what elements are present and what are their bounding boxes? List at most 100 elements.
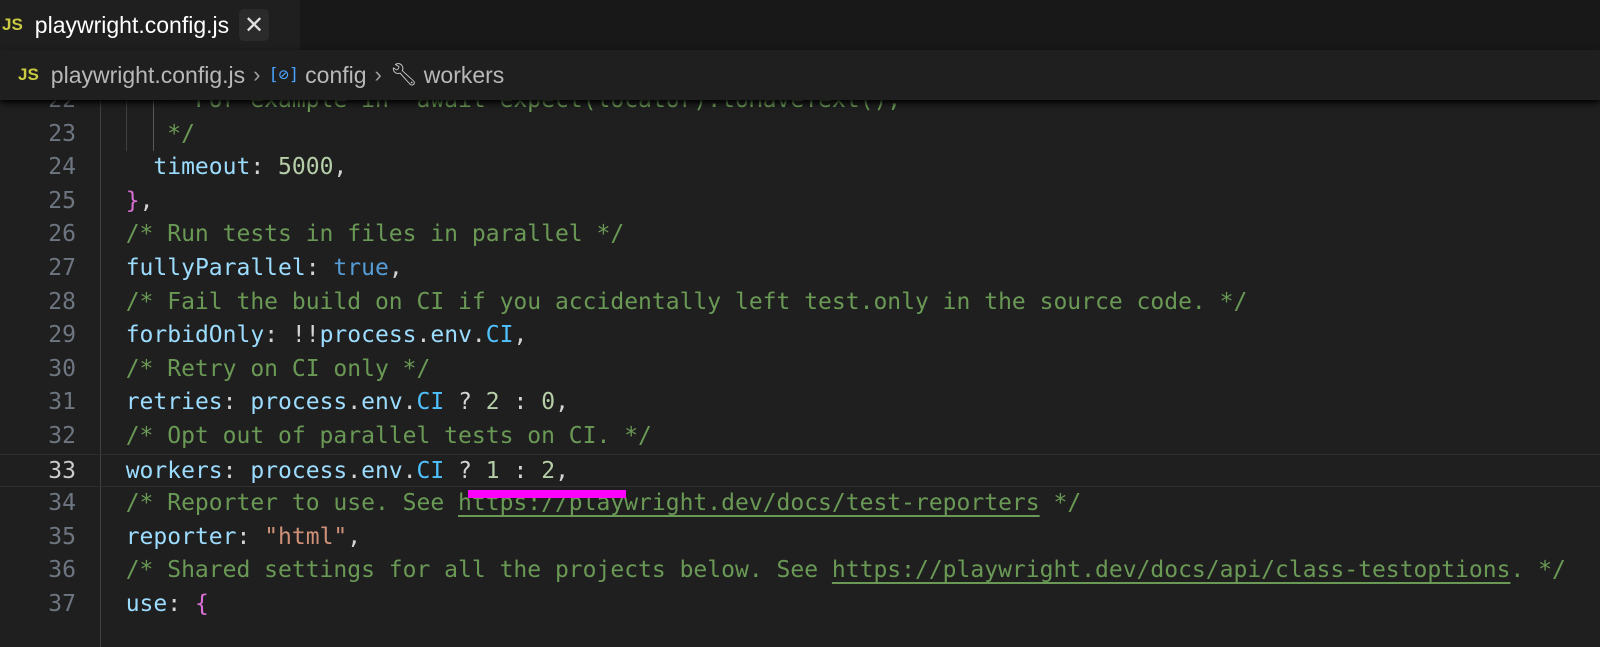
code-line[interactable]: 26 /* Run tests in files in parallel */ [0, 218, 1600, 252]
code-token: process [250, 457, 348, 484]
code-token: /* Fail the build on CI if you accidenta… [98, 288, 1248, 315]
code-token: CI [416, 389, 445, 416]
code-text: retries: process.env.CI ? 2 : 0, [98, 386, 569, 420]
code-link[interactable]: https://playwright.dev/docs/api/class-te… [832, 557, 1511, 583]
code-text: forbidOnly: !!process.env.CI, [98, 319, 528, 353]
code-text: /* Shared settings for all the projects … [98, 554, 1566, 588]
code-text: /* Fail the build on CI if you accidenta… [98, 286, 1248, 320]
code-token: workers [125, 457, 223, 484]
code-line[interactable]: 28 /* Fail the build on CI if you accide… [0, 286, 1600, 320]
code-line[interactable]: 29 forbidOnly: !!process.env.CI, [0, 319, 1600, 353]
line-number: 36 [48, 557, 76, 584]
code-token: retries [125, 389, 223, 416]
code-token: , [347, 523, 362, 550]
code-line[interactable]: 24 timeout: 5000, [0, 151, 1600, 185]
code-token: } [125, 187, 140, 214]
code-text: timeout: 5000, [98, 151, 347, 185]
tab-bar: JS playwright.config.js ✕ [0, 0, 1600, 50]
chevron-right-icon: › [253, 62, 261, 87]
code-token: . [347, 457, 362, 484]
line-number: 35 [48, 523, 76, 550]
code-text: }, [98, 185, 154, 219]
code-token: , [555, 389, 569, 416]
code-editor[interactable]: 22 * For example in `await expect(locato… [0, 84, 1600, 647]
code-token: forbidOnly [125, 322, 265, 349]
javascript-file-icon: JS [2, 15, 23, 34]
code-token: ? [444, 389, 486, 416]
code-token: /* Run tests in files in parallel */ [98, 221, 625, 248]
code-token: : [222, 389, 251, 416]
line-number: 26 [48, 221, 76, 248]
code-token: : [222, 457, 251, 484]
code-line[interactable]: 27 fullyParallel: true, [0, 252, 1600, 286]
code-token: : [250, 154, 279, 181]
code-token: 5000 [278, 154, 334, 181]
code-token: . [402, 457, 417, 484]
code-token: : [236, 523, 265, 550]
code-line[interactable]: 23 */ [0, 118, 1600, 152]
code-token: . [416, 322, 431, 349]
code-token: 2 [485, 389, 500, 416]
code-line[interactable]: 32 /* Opt out of parallel tests on CI. *… [0, 420, 1600, 454]
code-line[interactable]: 30 /* Retry on CI only */ [0, 353, 1600, 387]
code-token: env [361, 457, 403, 484]
code-line[interactable]: 35 reporter: "html", [0, 521, 1600, 555]
close-icon[interactable]: ✕ [239, 9, 270, 41]
code-token: /* Retry on CI only */ [98, 355, 431, 382]
tab-playwright-config[interactable]: JS playwright.config.js ✕ [0, 0, 300, 50]
code-token: process [250, 389, 348, 416]
code-line[interactable]: 25 }, [0, 185, 1600, 219]
variable-icon: [⊘] [268, 65, 300, 85]
line-number: 33 [48, 457, 76, 484]
code-token: /* Opt out of parallel tests on CI. */ [98, 423, 652, 449]
code-token: use [125, 591, 168, 617]
code-token: reporter [125, 523, 237, 550]
breadcrumb: JS playwright.config.js › [⊘] config › 🔧… [0, 50, 1600, 100]
breadcrumb-symbol-config[interactable]: config [305, 62, 366, 89]
code-token: env [361, 389, 403, 416]
code-text: /* Run tests in files in parallel */ [98, 218, 625, 252]
line-number: 27 [48, 255, 76, 281]
chevron-right-icon: › [374, 62, 382, 87]
line-number: 25 [48, 187, 76, 214]
tab-label: playwright.config.js [34, 11, 230, 38]
code-line[interactable]: 37 use: { [0, 588, 1600, 622]
code-token: env [430, 322, 472, 349]
code-token: timeout [153, 154, 251, 181]
code-text: */ [98, 118, 195, 152]
code-token: "html" [264, 523, 348, 550]
line-number: 30 [48, 355, 76, 382]
code-text: /* Retry on CI only */ [98, 353, 431, 387]
code-token: . */ [1510, 557, 1566, 584]
code-line[interactable]: 33 workers: process.env.CI ? 1 : 2, [0, 453, 1600, 488]
code-token: /* Shared settings for all the projects … [98, 557, 832, 584]
code-token: process [319, 322, 417, 349]
line-number: 24 [48, 154, 76, 181]
code-line[interactable]: 34 /* Reporter to use. See https://playw… [0, 487, 1600, 521]
code-token: , [513, 322, 528, 349]
breadcrumb-file[interactable]: playwright.config.js [51, 62, 245, 89]
code-token: 2 [541, 457, 556, 484]
line-number: 32 [48, 423, 76, 449]
line-number: 31 [48, 389, 76, 416]
highlight-annotation-underline [468, 490, 626, 498]
code-line[interactable]: 36 /* Shared settings for all the projec… [0, 554, 1600, 588]
code-token: : [167, 591, 195, 617]
code-text: fullyParallel: true, [98, 252, 403, 286]
line-number: 28 [48, 288, 76, 315]
code-token: CI [485, 322, 514, 349]
breadcrumb-member-workers[interactable]: workers [424, 62, 505, 89]
code-line[interactable]: 31 retries: process.env.CI ? 2 : 0, [0, 386, 1600, 420]
code-token: true [333, 255, 389, 281]
code-token: : [499, 457, 542, 484]
code-token: ? [444, 457, 486, 484]
code-token: , [555, 457, 569, 484]
code-token: { [194, 591, 209, 617]
code-text: use: { [98, 588, 209, 622]
